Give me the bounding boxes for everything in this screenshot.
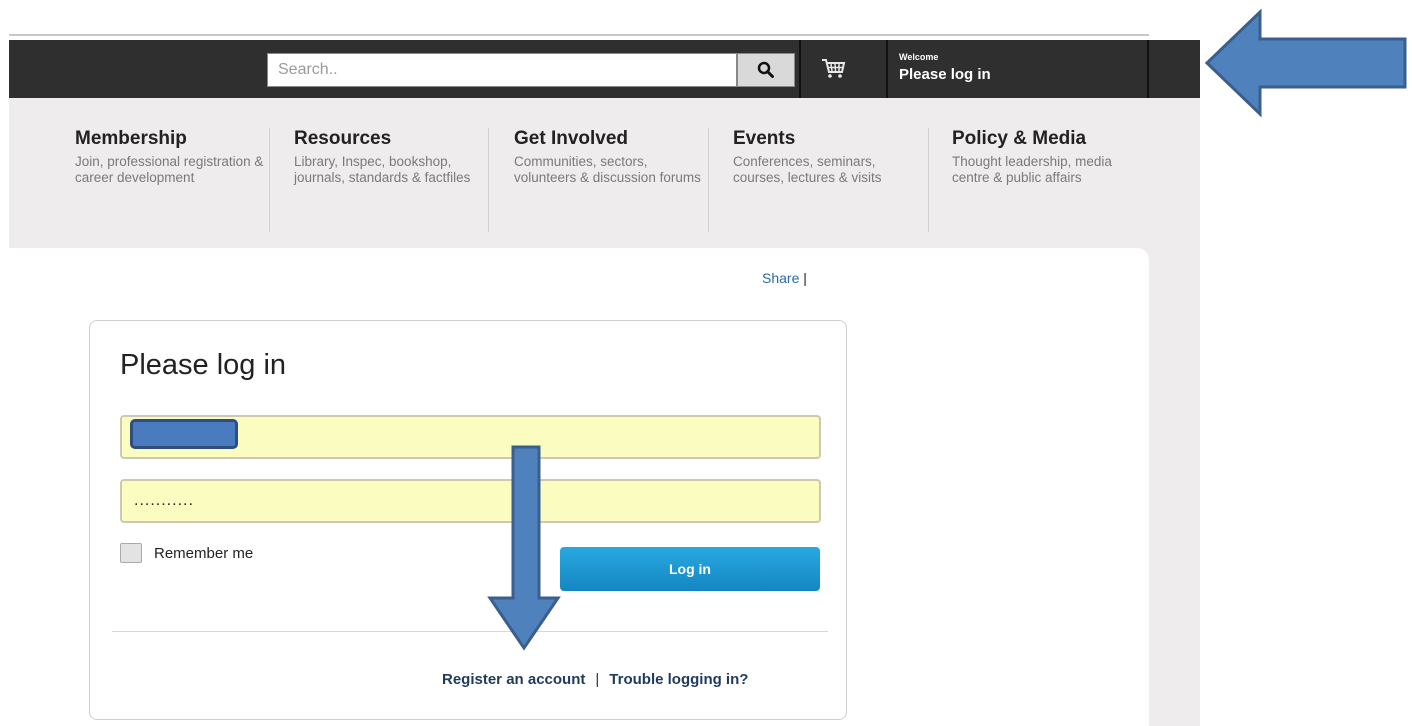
nav-membership[interactable]: Membership Join, professional registrati… — [67, 128, 265, 186]
search-icon — [757, 61, 774, 78]
nav-resources[interactable]: Resources Library, Inspec, bookshop, jou… — [286, 128, 484, 186]
nav-description: Library, Inspec, bookshop, journals, sta… — [294, 154, 471, 185]
content-panel: Share | Please log in Remember me Log in… — [9, 248, 1149, 726]
top-border-line — [9, 34, 1149, 36]
nav-description: Thought leadership, media centre & publi… — [952, 154, 1112, 185]
nav-divider — [488, 128, 489, 232]
search-button[interactable] — [737, 53, 795, 87]
main-navigation: Membership Join, professional registrati… — [9, 98, 1200, 248]
card-divider — [112, 631, 828, 632]
cart-icon[interactable] — [820, 54, 848, 82]
topbar-divider — [799, 40, 801, 98]
nav-description: Join, professional registration & career… — [75, 154, 264, 185]
nav-divider — [928, 128, 929, 232]
link-separator: | — [595, 671, 600, 688]
nav-description: Communities, sectors, volunteers & discu… — [514, 154, 701, 185]
login-button[interactable]: Log in — [560, 547, 820, 591]
annotation-arrow-left-icon — [1204, 8, 1407, 118]
nav-title: Resources — [294, 128, 392, 149]
account-links: Register an account | Trouble logging in? — [442, 671, 748, 688]
search-bar — [267, 53, 795, 87]
top-bar: Welcome Please log in — [9, 40, 1200, 98]
search-input[interactable] — [267, 53, 737, 87]
remember-me-checkbox[interactable] — [120, 543, 142, 563]
nav-get-involved[interactable]: Get Involved Communities, sectors, volun… — [506, 128, 704, 186]
annotation-arrow-down-icon — [487, 445, 561, 651]
share-separator: | — [803, 270, 807, 286]
nav-title: Policy & Media — [952, 128, 1087, 149]
trouble-logging-in-link[interactable]: Trouble logging in? — [609, 671, 748, 688]
password-field[interactable] — [120, 479, 821, 523]
arrow-shape — [1204, 8, 1407, 118]
nav-title: Get Involved — [514, 128, 629, 149]
main-area: Share | Please log in Remember me Log in… — [9, 248, 1200, 726]
login-status-link[interactable]: Please log in — [899, 66, 991, 83]
share-link[interactable]: Share — [762, 270, 799, 286]
register-account-link[interactable]: Register an account — [442, 671, 585, 688]
share-link-group: Share | — [762, 270, 807, 286]
nav-title: Membership — [75, 128, 187, 149]
remember-me-label: Remember me — [154, 544, 254, 562]
nav-title: Events — [733, 128, 796, 149]
nav-policy-media[interactable]: Policy & Media Thought leadership, media… — [944, 128, 1142, 186]
topbar-divider — [1147, 40, 1149, 98]
arrow-shape — [487, 445, 561, 651]
nav-events[interactable]: Events Conferences, seminars, courses, l… — [725, 128, 923, 186]
nav-description: Conferences, seminars, courses, lectures… — [733, 154, 882, 185]
nav-divider — [708, 128, 709, 232]
redacted-username-box — [130, 419, 238, 449]
welcome-label: Welcome — [899, 52, 939, 62]
login-heading: Please log in — [120, 349, 287, 381]
remember-me-row: Remember me — [120, 543, 253, 563]
login-card: Please log in Remember me Log in Registe… — [89, 320, 847, 720]
topbar-divider — [886, 40, 888, 98]
nav-divider — [269, 128, 270, 232]
